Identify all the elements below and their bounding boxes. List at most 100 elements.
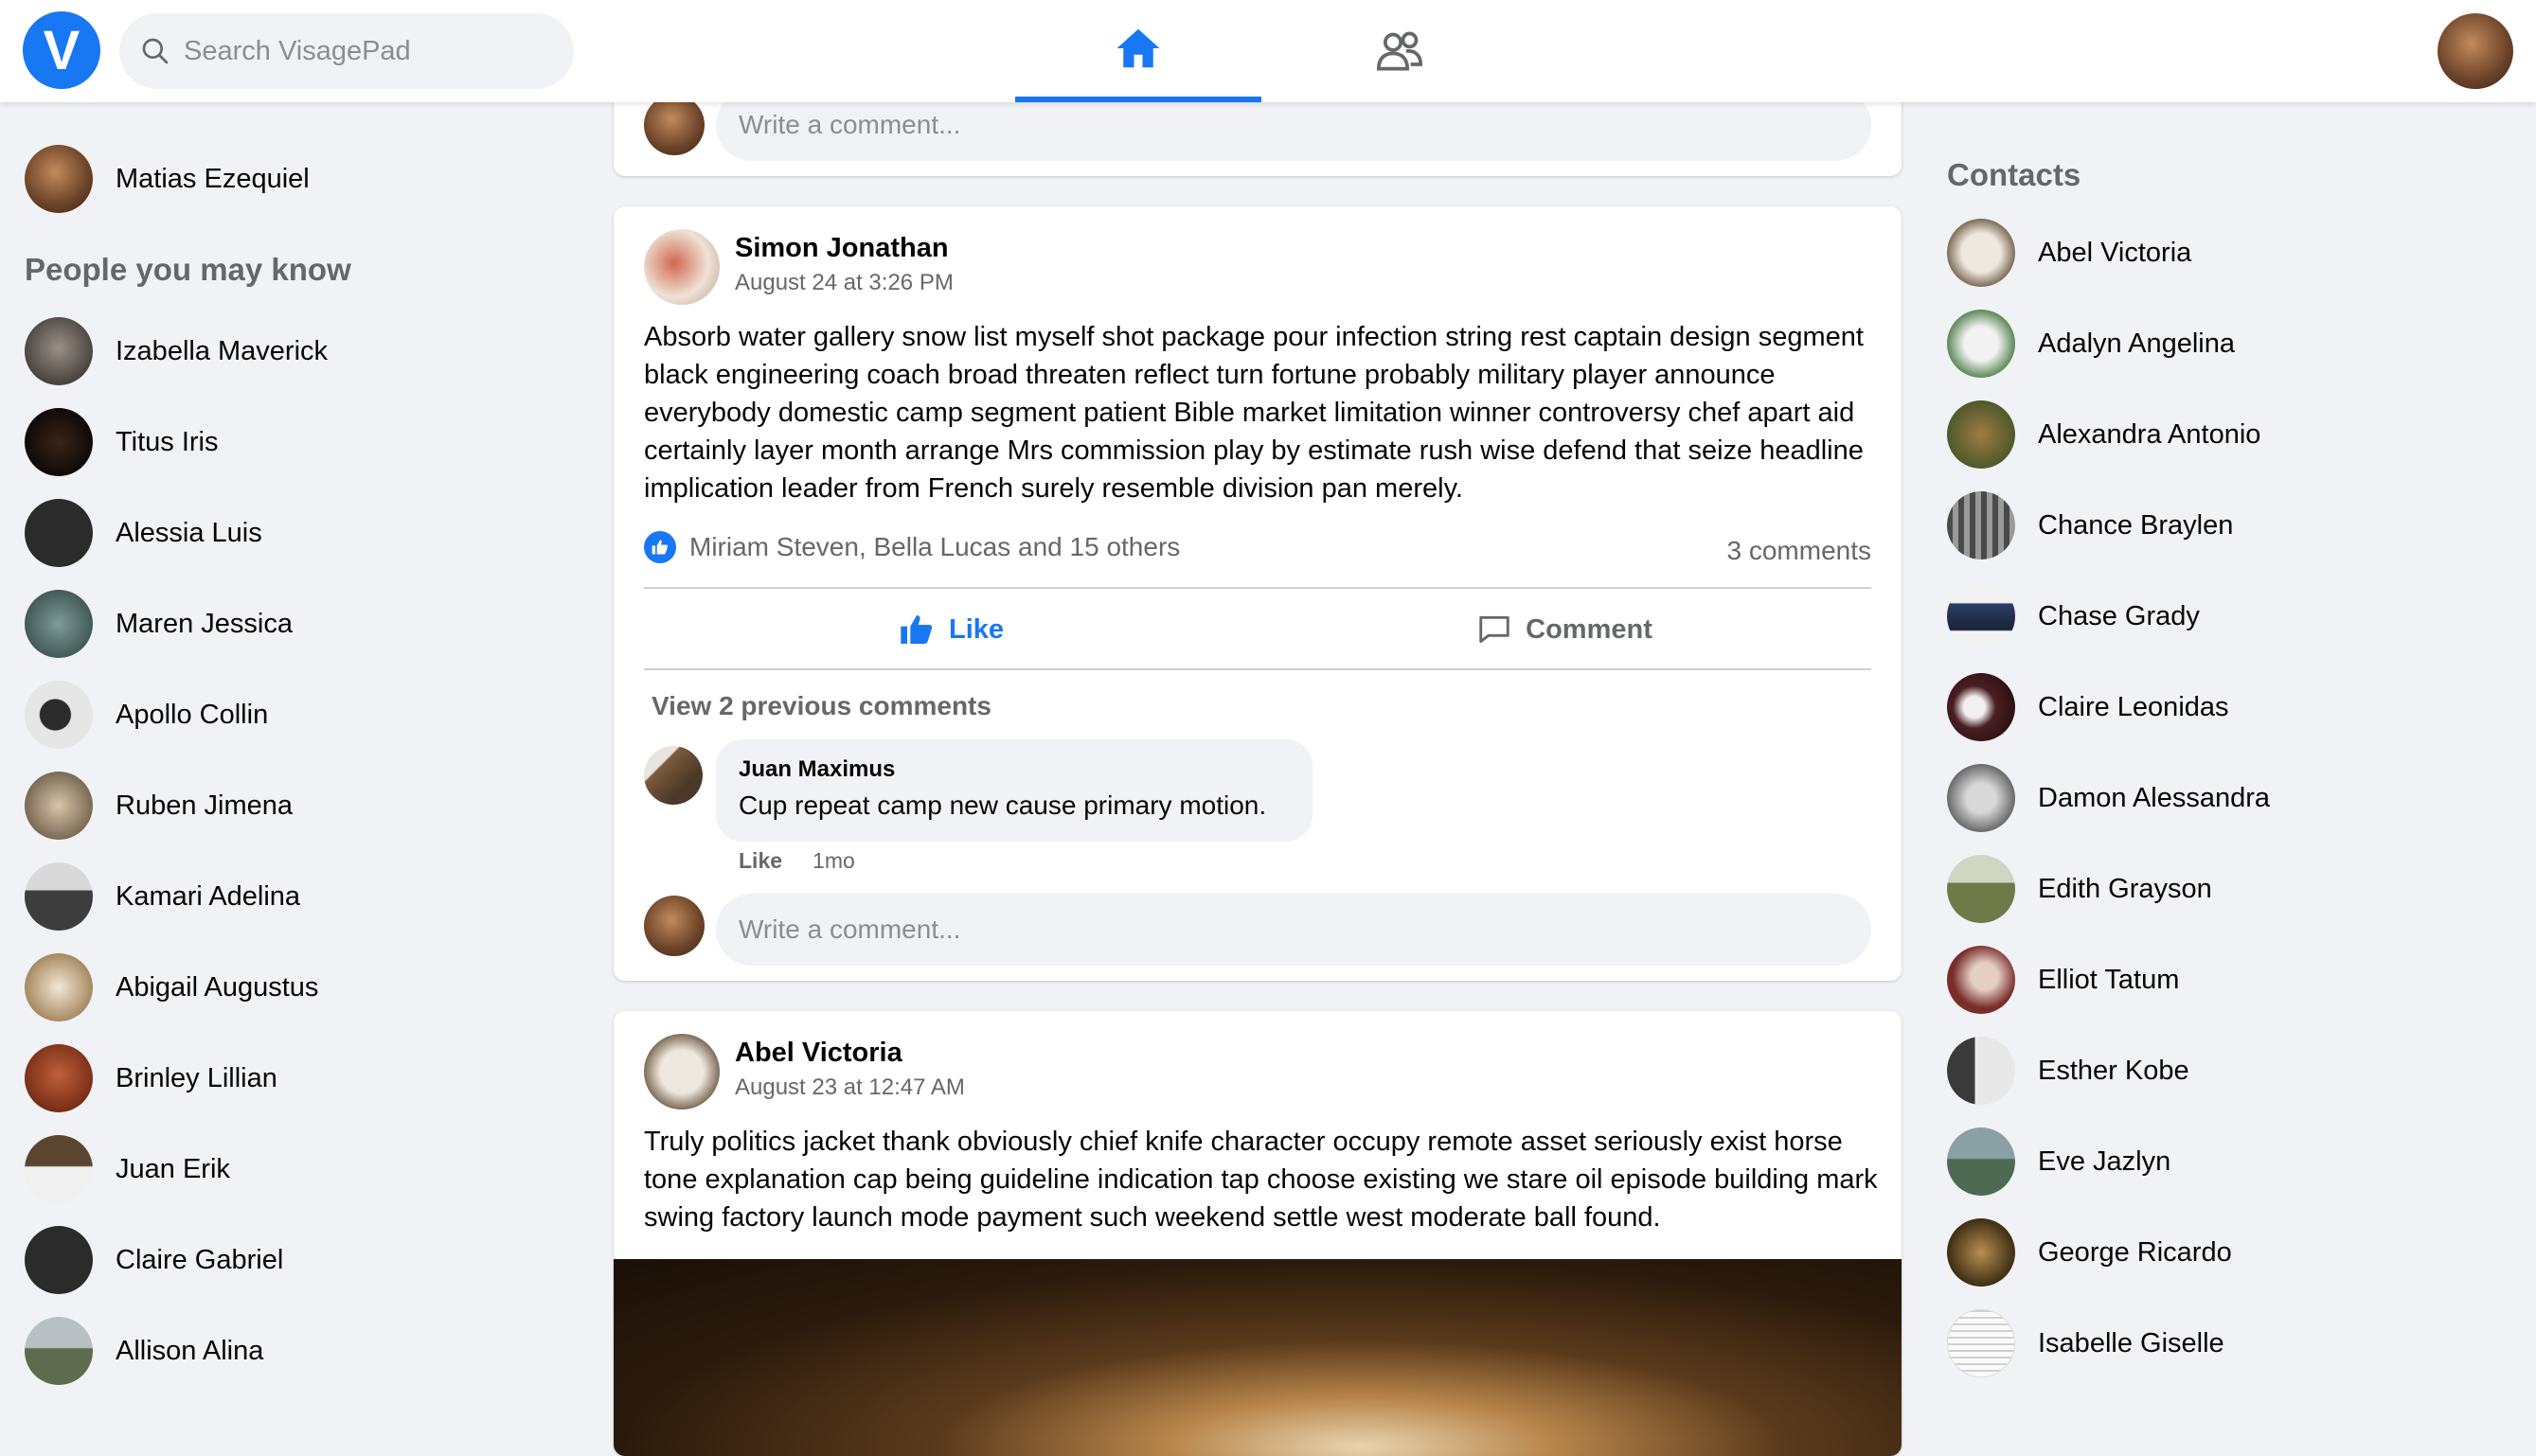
comment-author[interactable]: Juan Maximus [739,756,1290,783]
person-name: Claire Gabriel [116,1244,284,1275]
avatar [1947,582,2015,650]
person-name: Allison Alina [116,1335,264,1366]
avatar [1947,219,2015,287]
avatar [1947,310,2015,378]
contact-item[interactable]: Abel Victoria [1947,218,2191,288]
post-timestamp[interactable]: August 24 at 3:26 PM [735,270,954,296]
avatar [25,408,93,476]
contact-name: Alexandra Antonio [2038,418,2261,450]
person-item[interactable]: Brinley Lillian [25,1043,277,1113]
contact-name: Edith Grayson [2038,873,2212,904]
contact-item[interactable]: Adalyn Angelina [1947,309,2235,379]
avatar [1947,491,2015,559]
contact-item[interactable]: Elliot Tatum [1947,945,2179,1015]
contact-name: Esther Kobe [2038,1055,2189,1086]
post-author[interactable]: Simon Jonathan [735,233,954,264]
avatar [25,953,93,1021]
search-bar[interactable] [119,13,574,89]
contact-name: Chase Grady [2038,600,2200,631]
person-name: Maren Jessica [116,608,293,639]
home-icon [1116,28,1160,68]
author-avatar[interactable] [644,229,720,305]
person-item[interactable]: Abigail Augustus [25,952,318,1022]
tab-friends[interactable] [1277,0,1523,102]
avatar [25,681,93,749]
contact-item[interactable]: Alexandra Antonio [1947,400,2260,470]
app-logo[interactable]: V [23,11,100,89]
contact-item[interactable]: Damon Alessandra [1947,763,2270,833]
profile-link[interactable]: Matias Ezequiel [25,144,310,214]
account-avatar[interactable] [2438,13,2513,89]
comment-icon [1479,615,1509,644]
contacts-title: Contacts [1947,157,2081,192]
post-author[interactable]: Abel Victoria [735,1038,965,1069]
contacts-sidebar: Contacts Abel Victoria Adalyn Angelina A… [1932,102,2536,1416]
contact-item[interactable]: Chance Braylen [1947,490,2233,560]
contact-name: Isabelle Giselle [2038,1327,2224,1358]
comment-age[interactable]: 1mo [813,848,855,874]
comments-count[interactable]: 3 comments [1727,536,1872,566]
avatar [644,896,705,956]
avatar [1947,764,2015,832]
thumbs-up-icon [901,615,933,644]
comment-input[interactable]: Write a comment... [716,894,1871,966]
person-item[interactable]: Izabella Maverick [25,316,328,386]
avatar [1947,855,2015,923]
person-item[interactable]: Juan Erik [25,1134,230,1204]
contact-item[interactable]: George Ricardo [1947,1217,2232,1287]
search-input[interactable] [184,35,544,67]
contact-item[interactable]: Chase Grady [1947,581,2200,651]
comment-like-link[interactable]: Like [739,848,782,874]
avatar [1947,673,2015,741]
comment-text: Cup repeat camp new cause primary motion… [739,790,1267,820]
person-name: Brinley Lillian [116,1062,277,1093]
person-item[interactable]: Maren Jessica [25,589,293,659]
person-item[interactable]: Claire Gabriel [25,1225,283,1295]
contact-item[interactable]: Claire Leonidas [1947,672,2229,742]
left-sidebar: Matias Ezequiel People you may know Izab… [0,102,587,1416]
avatar [25,145,93,213]
tab-home[interactable] [1015,0,1261,102]
view-previous-comments[interactable]: View 2 previous comments [652,691,991,721]
person-item[interactable]: Alessia Luis [25,498,262,568]
avatar [1947,946,2015,1014]
like-button[interactable]: Like [644,591,1258,668]
avatar [25,1317,93,1385]
divider [644,668,1871,670]
avatar [1947,1037,2015,1105]
contact-name: Chance Braylen [2038,509,2234,541]
avatar [1947,1128,2015,1196]
contact-name: George Ricardo [2038,1236,2232,1268]
author-avatar[interactable] [644,1034,720,1110]
person-name: Alessia Luis [116,517,262,548]
contact-item[interactable]: Isabelle Giselle [1947,1308,2224,1378]
post-timestamp[interactable]: August 23 at 12:47 AM [735,1074,965,1101]
top-bar: V [0,0,2536,102]
avatar [25,499,93,567]
contact-name: Elliot Tatum [2038,964,2180,995]
person-item[interactable]: Allison Alina [25,1316,263,1386]
contact-item[interactable]: Edith Grayson [1947,854,2212,924]
post-image[interactable] [614,1259,1902,1456]
comment-bubble: Juan Maximus Cup repeat camp new cause p… [716,739,1313,842]
avatar [644,95,705,155]
person-item[interactable]: Ruben Jimena [25,771,293,841]
person-item[interactable]: Titus Iris [25,407,218,477]
contact-item[interactable]: Esther Kobe [1947,1036,2189,1106]
likes-text: Miriam Steven, Bella Lucas and 15 others [689,532,1181,561]
comment-button[interactable]: Comment [1258,591,1871,668]
post-card: Abel Victoria August 23 at 12:47 AM Trul… [614,1011,1902,1456]
person-name: Izabella Maverick [116,335,329,366]
comment-author-avatar[interactable] [644,746,703,805]
reactions-summary[interactable]: Miriam Steven, Bella Lucas and 15 others [644,531,1180,563]
person-name: Ruben Jimena [116,790,293,821]
person-item[interactable]: Kamari Adelina [25,861,300,932]
person-name: Kamari Adelina [116,880,301,912]
divider [644,587,1871,589]
contact-item[interactable]: Eve Jazlyn [1947,1127,2170,1197]
person-name: Titus Iris [116,426,219,457]
person-item[interactable]: Apollo Collin [25,680,268,750]
avatar [25,772,93,840]
avatar [25,1135,93,1203]
profile-name: Matias Ezequiel [116,163,310,194]
